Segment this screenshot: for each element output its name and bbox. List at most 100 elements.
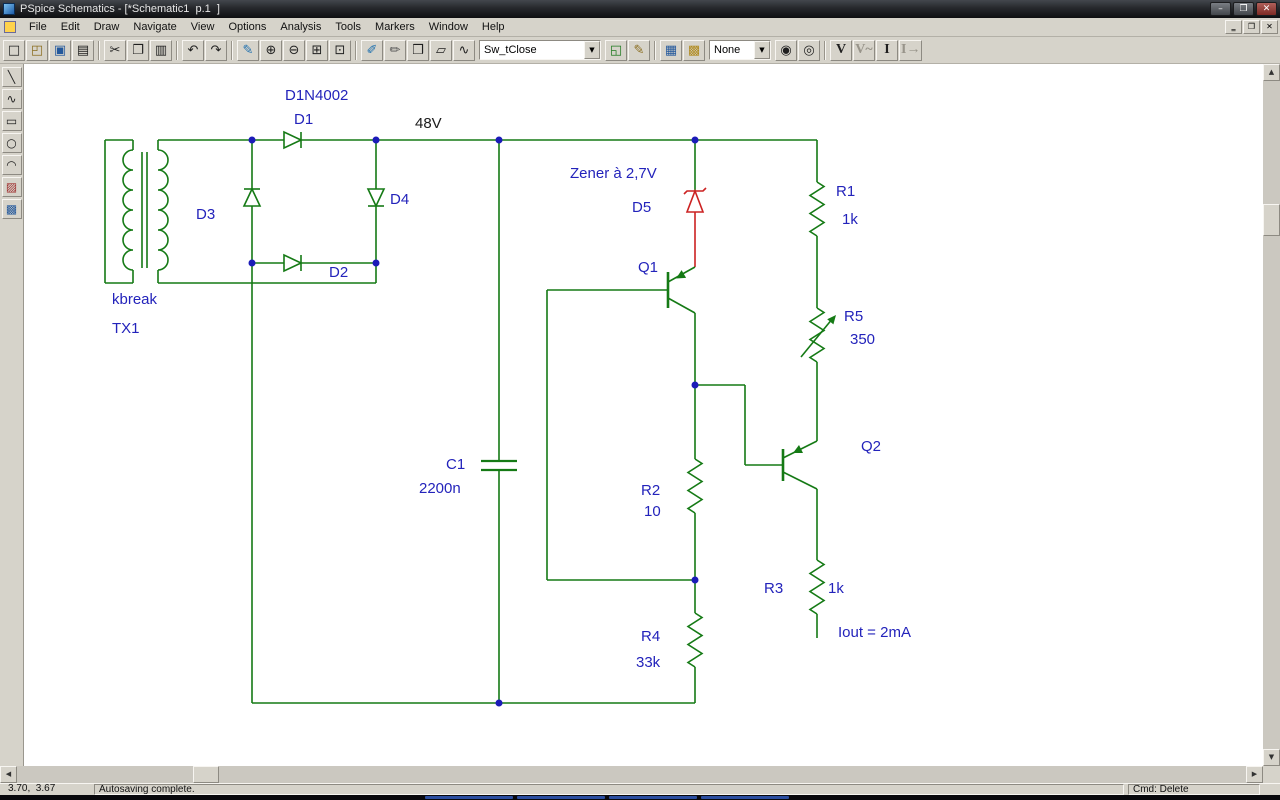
vertical-scroll-thumb[interactable] <box>1263 204 1280 236</box>
zoom-out-button[interactable]: ⊖ <box>283 39 305 61</box>
menu-markers[interactable]: Markers <box>368 19 422 35</box>
draw-wire-button[interactable]: ✐ <box>361 39 383 61</box>
resistor-r1[interactable] <box>808 181 826 237</box>
run-pspice-button[interactable]: ▩ <box>683 39 705 61</box>
draw-arc-tool-button[interactable]: ◠ <box>1 155 22 175</box>
diode-d1[interactable] <box>283 130 303 150</box>
new-file-button[interactable]: □ <box>3 39 25 61</box>
menu-view[interactable]: View <box>184 19 222 35</box>
mdi-restore-button[interactable]: ❐ <box>1243 20 1260 34</box>
title-bar[interactable]: PSpice Schematics - [*Schematic1 p.1 ] –… <box>0 0 1280 18</box>
place-last-part-button[interactable]: ◱ <box>605 39 627 61</box>
windows-taskbar[interactable] <box>0 795 1280 800</box>
redraw-button[interactable]: ✎ <box>237 39 259 61</box>
resize-grip[interactable] <box>1264 784 1278 795</box>
cut-button[interactable]: ✂ <box>104 39 126 61</box>
open-file-button[interactable]: ◰ <box>26 39 48 61</box>
horizontal-scroll-thumb[interactable] <box>193 766 219 783</box>
menu-navigate[interactable]: Navigate <box>126 19 183 35</box>
label-48v-net[interactable]: 48V <box>415 115 442 132</box>
diode-d2[interactable] <box>283 253 303 273</box>
resistor-r2[interactable] <box>686 458 704 514</box>
text-tool-button[interactable]: ▨ <box>1 177 22 197</box>
voltage-diff-marker-button[interactable]: V~ <box>853 39 875 61</box>
zener-diode-d5[interactable] <box>683 187 707 267</box>
transformer-tx1[interactable] <box>122 149 169 271</box>
label-r1[interactable]: R1 <box>836 183 855 200</box>
schematic-canvas[interactable]: D1N4002 D1 48V D3 D4 D2 kbreak TX1 Zener à 2,7V D… <box>24 64 1263 766</box>
save-file-button[interactable]: ▣ <box>49 39 71 61</box>
marker-combo[interactable]: None ▼ <box>709 40 771 60</box>
voltage-marker-button[interactable]: V <box>830 39 852 61</box>
part-combo[interactable]: Sw_tClose ▼ <box>479 40 601 60</box>
label-d1[interactable]: D1 <box>294 111 313 128</box>
label-r5-value[interactable]: 350 <box>850 331 875 348</box>
scroll-down-button[interactable]: ▼ <box>1263 749 1280 766</box>
edit-symbol-button[interactable]: ▱ <box>430 39 452 61</box>
insert-symbol-tool-button[interactable]: ▩ <box>1 199 22 219</box>
menu-tools[interactable]: Tools <box>328 19 368 35</box>
resistor-r4[interactable] <box>686 612 704 668</box>
taskbar-button[interactable] <box>609 796 697 799</box>
undo-button[interactable]: ↶ <box>182 39 204 61</box>
diode-d3[interactable] <box>242 187 262 207</box>
current-viewpoint-button[interactable]: ◎ <box>798 39 820 61</box>
label-d4[interactable]: D4 <box>390 191 409 208</box>
vertical-scrollbar[interactable]: ▲ ▼ <box>1263 64 1280 766</box>
label-r3[interactable]: R3 <box>764 580 783 597</box>
label-c1-value[interactable]: 2200n <box>419 480 461 497</box>
label-d3[interactable]: D3 <box>196 206 215 223</box>
label-c1[interactable]: C1 <box>446 456 465 473</box>
scroll-left-button[interactable]: ◀ <box>0 766 17 783</box>
label-d1-model[interactable]: D1N4002 <box>285 87 348 104</box>
resistor-r5-variable[interactable] <box>800 307 836 363</box>
label-q2[interactable]: Q2 <box>861 438 881 455</box>
transistor-q2[interactable] <box>781 440 818 490</box>
draw-bus-button[interactable]: ✏ <box>384 39 406 61</box>
menu-edit[interactable]: Edit <box>54 19 87 35</box>
setup-analysis-button[interactable]: ▦ <box>660 39 682 61</box>
edit-attributes-button[interactable]: ✎ <box>628 39 650 61</box>
label-tx1[interactable]: TX1 <box>112 320 140 337</box>
menu-window[interactable]: Window <box>422 19 475 35</box>
mdi-close-button[interactable]: ✕ <box>1261 20 1278 34</box>
menu-analysis[interactable]: Analysis <box>273 19 328 35</box>
label-d2[interactable]: D2 <box>329 264 348 281</box>
part-combo-arrow-icon[interactable]: ▼ <box>584 41 600 59</box>
label-r5[interactable]: R5 <box>844 308 863 325</box>
label-r4-value[interactable]: 33k <box>636 654 661 671</box>
copy-button[interactable]: ❐ <box>127 39 149 61</box>
minimize-button[interactable]: – <box>1210 2 1231 16</box>
capacitor-c1[interactable] <box>481 459 517 472</box>
draw-line-tool-button[interactable]: ╲ <box>1 67 22 87</box>
maximize-button[interactable]: ❐ <box>1233 2 1254 16</box>
resistor-r3[interactable] <box>808 559 826 615</box>
scroll-right-button[interactable]: ▶ <box>1246 766 1263 783</box>
menu-file[interactable]: File <box>22 19 54 35</box>
scroll-up-button[interactable]: ▲ <box>1263 64 1280 81</box>
draw-box-tool-button[interactable]: ▭ <box>1 111 22 131</box>
menu-options[interactable]: Options <box>221 19 273 35</box>
label-r2-value[interactable]: 10 <box>644 503 661 520</box>
label-q1[interactable]: Q1 <box>638 259 658 276</box>
get-new-part-button[interactable]: ∿ <box>453 39 475 61</box>
mdi-document-icon[interactable] <box>4 21 16 33</box>
zoom-to-fit-page-button[interactable]: ⊡ <box>329 39 351 61</box>
label-kbreak[interactable]: kbreak <box>112 291 158 308</box>
zoom-area-button[interactable]: ⊞ <box>306 39 328 61</box>
wire-nets[interactable] <box>104 139 818 704</box>
draw-polyline-tool-button[interactable]: ∿ <box>1 89 22 109</box>
draw-block-button[interactable]: ❒ <box>407 39 429 61</box>
schematic-page[interactable]: D1N4002 D1 48V D3 D4 D2 kbreak TX1 Zener à 2,7V D… <box>24 64 1263 766</box>
label-r1-value[interactable]: 1k <box>842 211 858 228</box>
voltage-viewpoint-button[interactable]: ◉ <box>775 39 797 61</box>
label-r2[interactable]: R2 <box>641 482 660 499</box>
marker-combo-arrow-icon[interactable]: ▼ <box>754 41 770 59</box>
mdi-minimize-button[interactable]: ‗ <box>1225 20 1242 34</box>
menu-help[interactable]: Help <box>475 19 512 35</box>
horizontal-scrollbar[interactable]: ◀ ▶ <box>0 766 1263 783</box>
current-marker-button[interactable]: I <box>876 39 898 61</box>
label-iout[interactable]: Iout = 2mA <box>838 624 911 641</box>
menu-draw[interactable]: Draw <box>87 19 127 35</box>
taskbar-button[interactable] <box>425 796 513 799</box>
